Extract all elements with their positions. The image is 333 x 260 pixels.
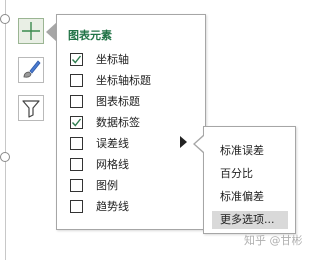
element-row-axes[interactable]: 坐标轴: [70, 52, 200, 70]
element-label: 趋势线: [96, 200, 129, 213]
plus-icon: [22, 22, 40, 40]
excel-chart-area: 图表元素 坐标轴 坐标轴标题 图表标题 数据标签 误差线 网格线 图例 趋势线 …: [0, 0, 333, 260]
element-row-data-labels[interactable]: 数据标签: [70, 115, 200, 133]
element-row-legend[interactable]: 图例: [70, 178, 200, 196]
element-label: 坐标轴: [96, 53, 129, 66]
watermark: 知乎 @甘彬: [244, 234, 303, 247]
submenu-item-standard-error[interactable]: 标准误差: [212, 142, 288, 160]
submenu-pointer-fill: [195, 136, 204, 152]
legend-checkbox[interactable]: [70, 179, 83, 192]
element-row-trendline[interactable]: 趋势线: [70, 199, 200, 217]
resize-handle-top[interactable]: [0, 14, 10, 24]
element-label: 坐标轴标题: [96, 74, 151, 87]
gridlines-checkbox[interactable]: [70, 158, 83, 171]
submenu-item-percentage[interactable]: 百分比: [212, 165, 288, 183]
data-labels-checkbox[interactable]: [70, 116, 83, 129]
submenu-item-standard-deviation[interactable]: 标准偏差: [212, 188, 288, 206]
resize-handle-middle[interactable]: [0, 152, 10, 162]
element-row-gridlines[interactable]: 网格线: [70, 157, 200, 175]
chart-filters-button[interactable]: [18, 95, 44, 121]
axes-checkbox[interactable]: [70, 53, 83, 66]
submenu-item-more-options[interactable]: 更多选项...: [212, 211, 288, 229]
element-label: 误差线: [96, 137, 129, 150]
trendline-checkbox[interactable]: [70, 200, 83, 213]
element-label: 网格线: [96, 158, 129, 171]
error-bars-submenu: 标准误差 百分比 标准偏差 更多选项...: [203, 126, 296, 234]
element-label: 图表标题: [96, 95, 140, 108]
error-bars-submenu-arrow-icon[interactable]: [180, 136, 187, 148]
chart-selection-border: [5, 0, 6, 260]
element-row-chart-title[interactable]: 图表标题: [70, 94, 200, 112]
chart-elements-panel: 图表元素 坐标轴 坐标轴标题 图表标题 数据标签 误差线 网格线 图例 趋势线: [56, 14, 206, 230]
paintbrush-icon: [23, 60, 41, 78]
element-row-axis-titles[interactable]: 坐标轴标题: [70, 73, 200, 91]
checkmark-icon: [71, 118, 82, 127]
checkmark-icon: [71, 55, 82, 64]
axis-titles-checkbox[interactable]: [70, 74, 83, 87]
chart-elements-button[interactable]: [18, 18, 44, 44]
error-bars-checkbox[interactable]: [70, 137, 83, 150]
chart-styles-button[interactable]: [18, 57, 44, 83]
element-label: 数据标签: [96, 116, 140, 129]
panel-title: 图表元素: [68, 29, 112, 42]
filter-icon: [22, 100, 40, 118]
chart-title-checkbox[interactable]: [70, 95, 83, 108]
element-label: 图例: [96, 179, 118, 192]
